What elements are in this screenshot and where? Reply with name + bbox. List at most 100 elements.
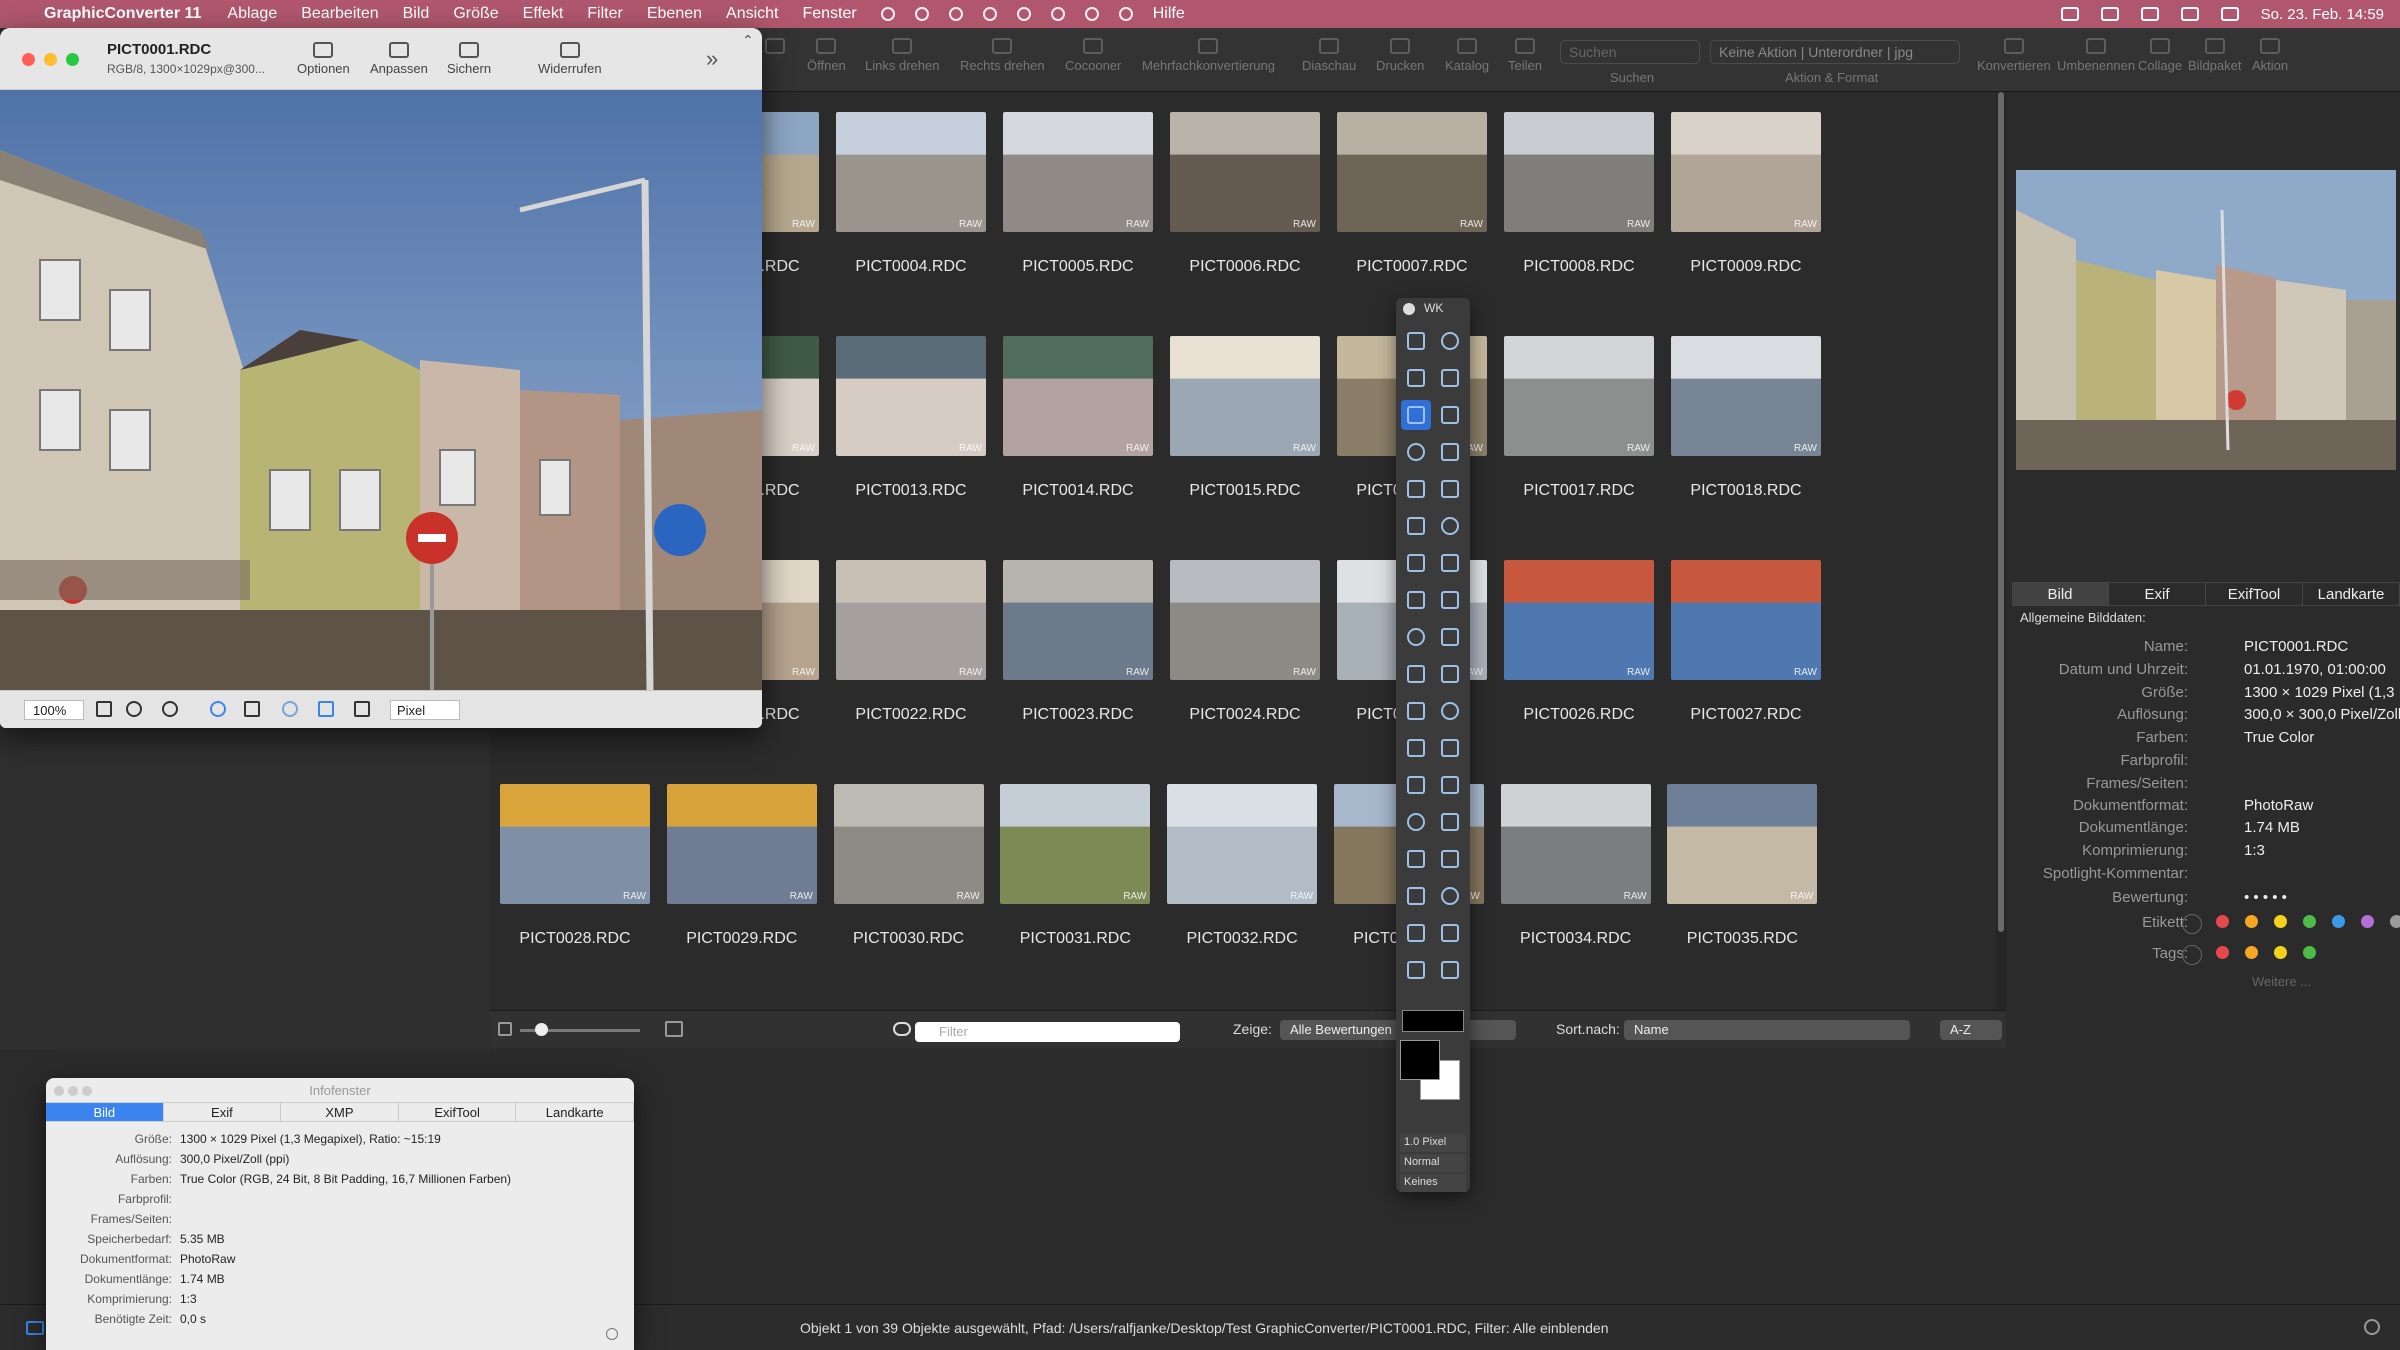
filter-input[interactable]: Filter xyxy=(915,1022,1180,1042)
filled-rect-tool-icon[interactable] xyxy=(1435,585,1465,615)
sharpen-tool-icon[interactable] xyxy=(1435,733,1465,763)
thumbnail-image[interactable]: RAW xyxy=(1000,784,1151,904)
magic-wand-tool-icon[interactable] xyxy=(1401,437,1431,467)
app-menu[interactable]: GraphicConverter 11 xyxy=(44,5,201,23)
control-center-icon[interactable] xyxy=(2220,7,2239,21)
stamp-tool-icon[interactable] xyxy=(1435,696,1465,726)
eraser-tool-icon[interactable] xyxy=(1401,511,1431,541)
menu-hilfe[interactable]: Hilfe xyxy=(1153,5,1185,23)
sidebar-list-icon[interactable] xyxy=(26,1321,44,1335)
thumbnail-item[interactable]: RAW PICT0028.RDC xyxy=(500,764,650,964)
drop-menu-icon[interactable] xyxy=(1084,7,1099,21)
print-button[interactable]: Drucken xyxy=(1376,38,1424,73)
tag-color-dot[interactable] xyxy=(2274,945,2287,959)
menu-ablage[interactable]: Ablage xyxy=(227,5,277,23)
thumbnail-item[interactable]: RAW PICT0032.RDC xyxy=(1167,764,1318,964)
filled-ellipse-tool-icon[interactable] xyxy=(1435,659,1465,689)
thumbnail-image[interactable]: RAW xyxy=(500,784,650,904)
info-icon[interactable] xyxy=(210,701,226,717)
finger-tool-icon[interactable] xyxy=(1401,770,1431,800)
thumbnail-item[interactable]: RAW PICT0027.RDC xyxy=(1671,540,1821,740)
more-tags-button[interactable]: Weitere ... xyxy=(2252,974,2311,989)
thumbnail-image[interactable]: RAW xyxy=(836,560,986,680)
copy-icon[interactable] xyxy=(354,701,370,717)
label-color-dot[interactable] xyxy=(2332,914,2345,928)
more-tools-icon[interactable]: » xyxy=(706,46,718,72)
menu-groesse[interactable]: Größe xyxy=(453,5,498,23)
thumbnail-image[interactable]: RAW xyxy=(1003,560,1153,680)
thumbnail-image[interactable]: RAW xyxy=(1671,560,1821,680)
pattern-tool-icon[interactable] xyxy=(1435,437,1465,467)
pipette-tool-icon[interactable] xyxy=(1401,844,1431,874)
dodge-tool-icon[interactable] xyxy=(1401,807,1431,837)
info-tab-xmp[interactable]: XMP xyxy=(281,1103,399,1121)
zoom-window-button[interactable] xyxy=(66,53,79,66)
no-label-icon[interactable] xyxy=(2182,914,2202,934)
open-button[interactable]: Öffnen xyxy=(807,38,846,73)
options-button[interactable]: Optionen xyxy=(297,42,350,76)
sponge-tool-icon[interactable] xyxy=(1435,770,1465,800)
thumbnail-item[interactable]: RAW PICT0005.RDC xyxy=(1003,92,1153,292)
spiral-tool-icon[interactable] xyxy=(1435,955,1465,985)
menu-ebenen[interactable]: Ebenen xyxy=(647,5,702,23)
cocooner-button[interactable]: Cocooner xyxy=(1065,38,1121,73)
thumbnail-image[interactable]: RAW xyxy=(1337,112,1487,232)
thumbnail-image[interactable]: RAW xyxy=(666,784,817,904)
drop-tool-icon[interactable] xyxy=(1401,733,1431,763)
thumbnail-image[interactable]: RAW xyxy=(1671,336,1821,456)
thumbnail-item[interactable]: RAW PICT0029.RDC xyxy=(666,764,817,964)
minus-circle-menu-icon[interactable] xyxy=(1118,7,1133,21)
label-color-dot[interactable] xyxy=(2274,914,2287,928)
crop-icon[interactable] xyxy=(244,701,260,717)
thumbnail-image[interactable]: RAW xyxy=(1504,112,1654,232)
thumbnail-image[interactable]: RAW xyxy=(1504,336,1654,456)
rect-select-tool-icon[interactable] xyxy=(1401,400,1431,430)
glasses-icon[interactable] xyxy=(893,1022,911,1036)
undo-button[interactable]: Widerrufen xyxy=(538,42,602,76)
thumbnail-item[interactable]: RAW PICT0035.RDC xyxy=(1667,764,1818,964)
tab-landkarte[interactable]: Landkarte xyxy=(2303,583,2400,605)
thumbnail-item[interactable]: RAW PICT0034.RDC xyxy=(1500,764,1651,964)
wrench-icon[interactable] xyxy=(318,701,334,717)
hand-tool-icon[interactable] xyxy=(1435,326,1465,356)
search-input[interactable]: Suchen xyxy=(1560,40,1700,64)
collage-button[interactable]: Collage xyxy=(2138,38,2182,73)
large-thumb-icon[interactable] xyxy=(665,1021,683,1037)
tag-color-dot[interactable] xyxy=(2216,945,2229,959)
trash-menu-icon[interactable] xyxy=(982,7,997,21)
wifi-icon[interactable] xyxy=(2140,7,2159,21)
save-button[interactable]: Sichern xyxy=(447,42,491,76)
thumbnail-image[interactable]: RAW xyxy=(1504,560,1654,680)
line-width-popup[interactable]: 1.0 Pixel xyxy=(1400,1134,1466,1152)
thumbnail-image[interactable]: RAW xyxy=(1667,784,1818,904)
thumbnail-item[interactable]: RAW PICT0008.RDC xyxy=(1504,92,1654,292)
info-value[interactable]: • • • • • xyxy=(2244,889,2287,906)
thumbnail-image[interactable]: RAW xyxy=(1671,112,1821,232)
tag-color-dot[interactable] xyxy=(2245,945,2258,959)
thumb-size-slider-knob[interactable] xyxy=(535,1023,548,1036)
grid-scrollbar-knob[interactable] xyxy=(1998,92,2004,932)
label-color-dot[interactable] xyxy=(2245,914,2258,928)
zoom-out-icon[interactable] xyxy=(126,701,142,717)
thumbnail-item[interactable]: RAW PICT0015.RDC xyxy=(1170,316,1320,516)
ellipse-select-tool-icon[interactable] xyxy=(1435,400,1465,430)
wand-menu-icon[interactable] xyxy=(1050,7,1065,21)
thumbnail-image[interactable]: RAW xyxy=(836,112,986,232)
action-popup[interactable]: Keine Aktion | Unterordner | jpg xyxy=(1710,40,1960,64)
polygon-lasso-tool-icon[interactable] xyxy=(1401,363,1431,393)
brush-tool-icon[interactable] xyxy=(1435,474,1465,504)
ellipse-tool-icon[interactable] xyxy=(1401,659,1431,689)
label-color-dot[interactable] xyxy=(2303,914,2316,928)
info-tab-landkarte[interactable]: Landkarte xyxy=(516,1103,634,1121)
thumbnail-item[interactable]: RAW PICT0009.RDC xyxy=(1671,92,1821,292)
filled-rounded-rect-tool-icon[interactable] xyxy=(1435,622,1465,652)
action-button[interactable]: Aktion xyxy=(2252,38,2288,73)
measure-tool-icon[interactable] xyxy=(1435,881,1465,911)
rotate-right-button[interactable]: Rechts drehen xyxy=(960,38,1045,73)
thumbnail-item[interactable]: RAW PICT0024.RDC xyxy=(1170,540,1320,740)
thumbnail-item[interactable]: RAW PICT0013.RDC xyxy=(836,316,986,516)
rotate-left-button[interactable]: Links drehen xyxy=(865,38,939,73)
thumbnail-image[interactable]: RAW xyxy=(1167,784,1318,904)
no-tag-icon[interactable] xyxy=(2182,945,2202,965)
thumbnail-item[interactable]: RAW PICT0031.RDC xyxy=(1000,764,1151,964)
